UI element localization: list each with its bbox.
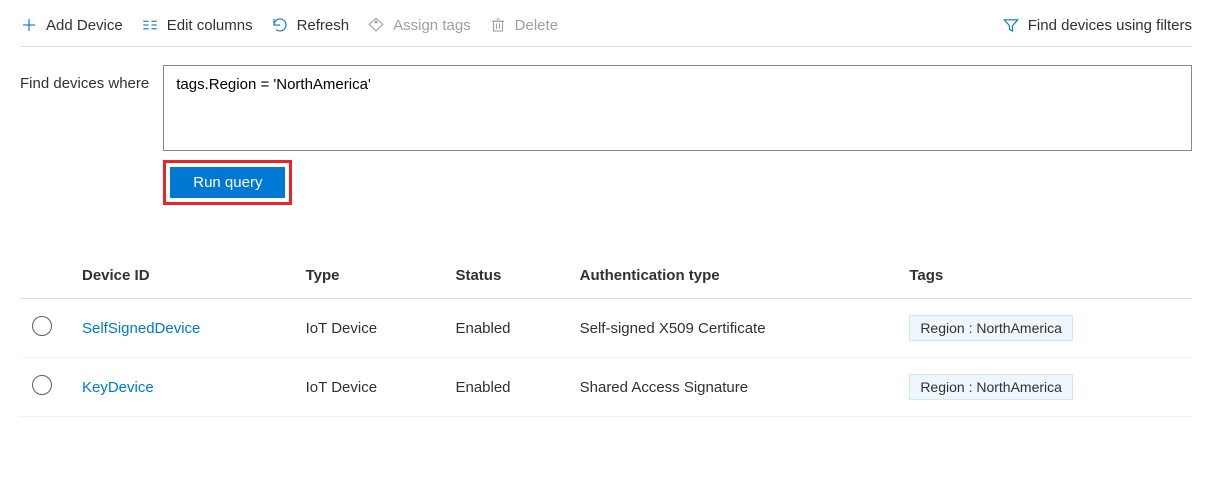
- find-devices-filter-button[interactable]: Find devices using filters: [1002, 14, 1192, 36]
- row-select-checkbox[interactable]: [32, 316, 52, 336]
- columns-icon: [141, 16, 159, 34]
- device-id-link[interactable]: KeyDevice: [82, 379, 154, 396]
- query-row: Find devices where Run query: [20, 65, 1192, 205]
- cell-type: IoT Device: [294, 299, 444, 358]
- cell-auth-type: Self-signed X509 Certificate: [568, 299, 898, 358]
- delete-button: Delete: [489, 14, 558, 36]
- run-query-highlight: Run query: [163, 160, 292, 205]
- find-devices-filter-label: Find devices using filters: [1028, 17, 1192, 34]
- header-auth-type[interactable]: Authentication type: [568, 253, 898, 299]
- table-row: KeyDevice IoT Device Enabled Shared Acce…: [20, 358, 1192, 417]
- table-header-row: Device ID Type Status Authentication typ…: [20, 253, 1192, 299]
- edit-columns-button[interactable]: Edit columns: [141, 14, 253, 36]
- cell-type: IoT Device: [294, 358, 444, 417]
- query-input[interactable]: [163, 65, 1192, 151]
- table-row: SelfSignedDevice IoT Device Enabled Self…: [20, 299, 1192, 358]
- header-tags[interactable]: Tags: [897, 253, 1192, 299]
- edit-columns-label: Edit columns: [167, 17, 253, 34]
- add-device-button[interactable]: Add Device: [20, 14, 123, 36]
- toolbar: Add Device Edit columns Refresh Assign t…: [20, 8, 1192, 47]
- query-body: Run query: [163, 65, 1192, 205]
- cell-auth-type: Shared Access Signature: [568, 358, 898, 417]
- tag-pill: Region : NorthAmerica: [909, 315, 1073, 341]
- filter-icon: [1002, 16, 1020, 34]
- refresh-button[interactable]: Refresh: [271, 14, 350, 36]
- cell-status: Enabled: [443, 299, 567, 358]
- devices-table: Device ID Type Status Authentication typ…: [20, 253, 1192, 417]
- tag-icon: [367, 16, 385, 34]
- header-type[interactable]: Type: [294, 253, 444, 299]
- plus-icon: [20, 16, 38, 34]
- refresh-label: Refresh: [297, 17, 350, 34]
- query-label: Find devices where: [20, 65, 149, 92]
- assign-tags-button: Assign tags: [367, 14, 471, 36]
- delete-label: Delete: [515, 17, 558, 34]
- cell-status: Enabled: [443, 358, 567, 417]
- trash-icon: [489, 16, 507, 34]
- header-device-id[interactable]: Device ID: [70, 253, 294, 299]
- add-device-label: Add Device: [46, 17, 123, 34]
- refresh-icon: [271, 16, 289, 34]
- row-select-checkbox[interactable]: [32, 375, 52, 395]
- header-status[interactable]: Status: [443, 253, 567, 299]
- header-checkbox: [20, 253, 70, 299]
- run-query-button[interactable]: Run query: [170, 167, 285, 198]
- tag-pill: Region : NorthAmerica: [909, 374, 1073, 400]
- assign-tags-label: Assign tags: [393, 17, 471, 34]
- device-id-link[interactable]: SelfSignedDevice: [82, 320, 200, 337]
